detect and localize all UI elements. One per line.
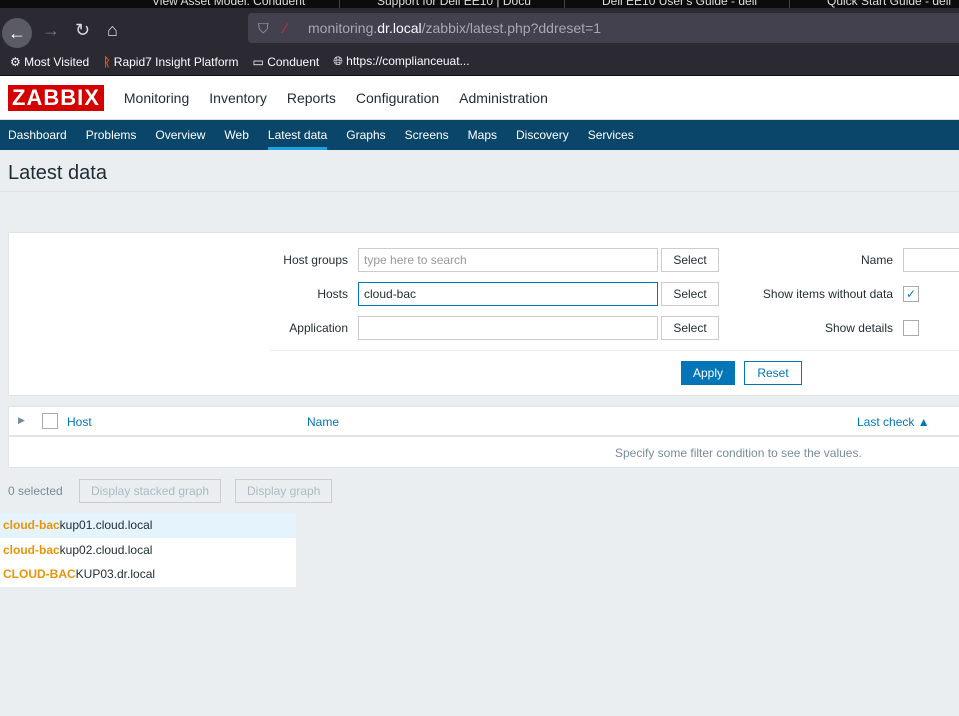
select-all-checkbox[interactable] — [42, 413, 58, 429]
host-groups-label: Host groups — [283, 253, 348, 267]
main-menu: ZABBIX Monitoring Inventory Reports Conf… — [0, 76, 959, 120]
application-select-button[interactable]: Select — [661, 316, 719, 340]
browser-tabs: View Asset Model: Conduent Support for D… — [0, 0, 959, 8]
suggestion-item[interactable]: cloud-backup02.cloud.local — [0, 538, 296, 563]
submenu-graphs[interactable]: Graphs — [346, 120, 385, 150]
submenu-dashboard[interactable]: Dashboard — [8, 120, 67, 150]
bookmarks-bar: ⚙ Most Visited ᚱ Rapid7 Insight Platform… — [0, 48, 959, 76]
display-stacked-graph-button[interactable]: Display stacked graph — [79, 479, 222, 503]
insecure-lock-icon: ⁄ — [284, 20, 287, 36]
submenu-services[interactable]: Services — [588, 120, 634, 150]
url-path: /zabbix/latest.php?ddreset=1 — [421, 20, 602, 36]
menu-configuration[interactable]: Configuration — [356, 90, 439, 106]
bookmark-rapid7[interactable]: ᚱ Rapid7 Insight Platform — [103, 55, 238, 69]
home-icon[interactable]: ⌂ — [107, 20, 118, 41]
url-text: monitoring. — [308, 20, 378, 36]
show-items-checkbox[interactable]: ✓ — [903, 286, 919, 302]
suggestion-item[interactable]: CLOUD-BACKUP03.dr.local — [0, 562, 296, 587]
empty-message: Specify some filter condition to see the… — [615, 446, 862, 460]
application-input[interactable] — [358, 316, 658, 340]
application-label: Application — [289, 321, 348, 335]
show-details-checkbox[interactable] — [903, 320, 919, 336]
host-groups-input[interactable]: type here to search — [358, 248, 658, 272]
menu-inventory[interactable]: Inventory — [209, 90, 267, 106]
browser-toolbar: ← → ↻ ⌂ ⛉ ⁄ monitoring.dr.local/zabbix/l… — [0, 8, 959, 48]
url-host: dr.local — [377, 20, 422, 36]
browser-tab[interactable]: Support for Dell EE10 | Docu — [355, 0, 565, 8]
page-title: Latest data — [0, 150, 959, 192]
show-details-label: Show details — [824, 321, 893, 335]
shield-icon: ⛉ — [258, 20, 269, 36]
submenu-screens[interactable]: Screens — [405, 120, 449, 150]
submenu-latest-data[interactable]: Latest data — [267, 120, 328, 150]
menu-administration[interactable]: Administration — [459, 90, 548, 106]
selected-count: 0 selected — [8, 484, 63, 498]
reset-button[interactable]: Reset — [744, 361, 802, 385]
hosts-input[interactable]: cloud-bac — [358, 282, 658, 306]
filter-panel: Host groups type here to search Select H… — [8, 232, 959, 396]
name-label: Name — [860, 253, 893, 267]
latest-data-table: ▶ Host Name Last check ▲ Specify some fi… — [8, 406, 959, 468]
submenu-discovery[interactable]: Discovery — [516, 120, 569, 150]
menu-reports[interactable]: Reports — [287, 90, 336, 106]
host-column-header[interactable]: Host — [67, 415, 92, 429]
submenu-problems[interactable]: Problems — [86, 120, 137, 150]
apply-button[interactable]: Apply — [681, 361, 735, 385]
display-graph-button[interactable]: Display graph — [235, 479, 333, 503]
submenu-web[interactable]: Web — [224, 120, 248, 150]
bookmark-compliance[interactable]: 🌐︎ https://complianceuat... — [333, 54, 469, 69]
name-input[interactable] — [903, 248, 959, 272]
hosts-label: Hosts — [317, 287, 348, 301]
show-items-label: Show items without data — [762, 287, 893, 301]
browser-tab[interactable]: Quick Start Guide - dell — [805, 0, 959, 8]
hosts-autocomplete: cloud-backup01.cloud.local cloud-backup0… — [0, 513, 296, 587]
host-groups-select-button[interactable]: Select — [661, 248, 719, 272]
name-column-header[interactable]: Name — [307, 415, 339, 429]
sub-menu: Dashboard Problems Overview Web Latest d… — [0, 120, 959, 150]
back-icon[interactable]: ← — [2, 18, 32, 48]
browser-tab[interactable]: Dell EE10 User's Guide - dell — [580, 0, 790, 8]
bookmark-conduent[interactable]: ▭ Conduent — [253, 55, 320, 69]
bookmark-most-visited[interactable]: ⚙ Most Visited — [10, 55, 89, 69]
zabbix-logo[interactable]: ZABBIX — [8, 84, 104, 111]
browser-tab[interactable]: View Asset Model: Conduent — [130, 0, 340, 8]
expand-all-icon[interactable]: ▶ — [18, 415, 25, 426]
table-header: ▶ Host Name Last check ▲ — [9, 407, 959, 437]
last-check-column-header[interactable]: Last check ▲ — [857, 415, 930, 429]
submenu-overview[interactable]: Overview — [155, 120, 205, 150]
forward-icon[interactable]: → — [42, 20, 60, 41]
divider — [269, 350, 959, 351]
reload-icon[interactable]: ↻ — [75, 20, 90, 41]
suggestion-item[interactable]: cloud-backup01.cloud.local — [0, 513, 296, 538]
url-bar[interactable]: ⛉ ⁄ monitoring.dr.local/zabbix/latest.ph… — [248, 13, 959, 43]
menu-monitoring[interactable]: Monitoring — [124, 90, 189, 106]
submenu-maps[interactable]: Maps — [468, 120, 497, 150]
